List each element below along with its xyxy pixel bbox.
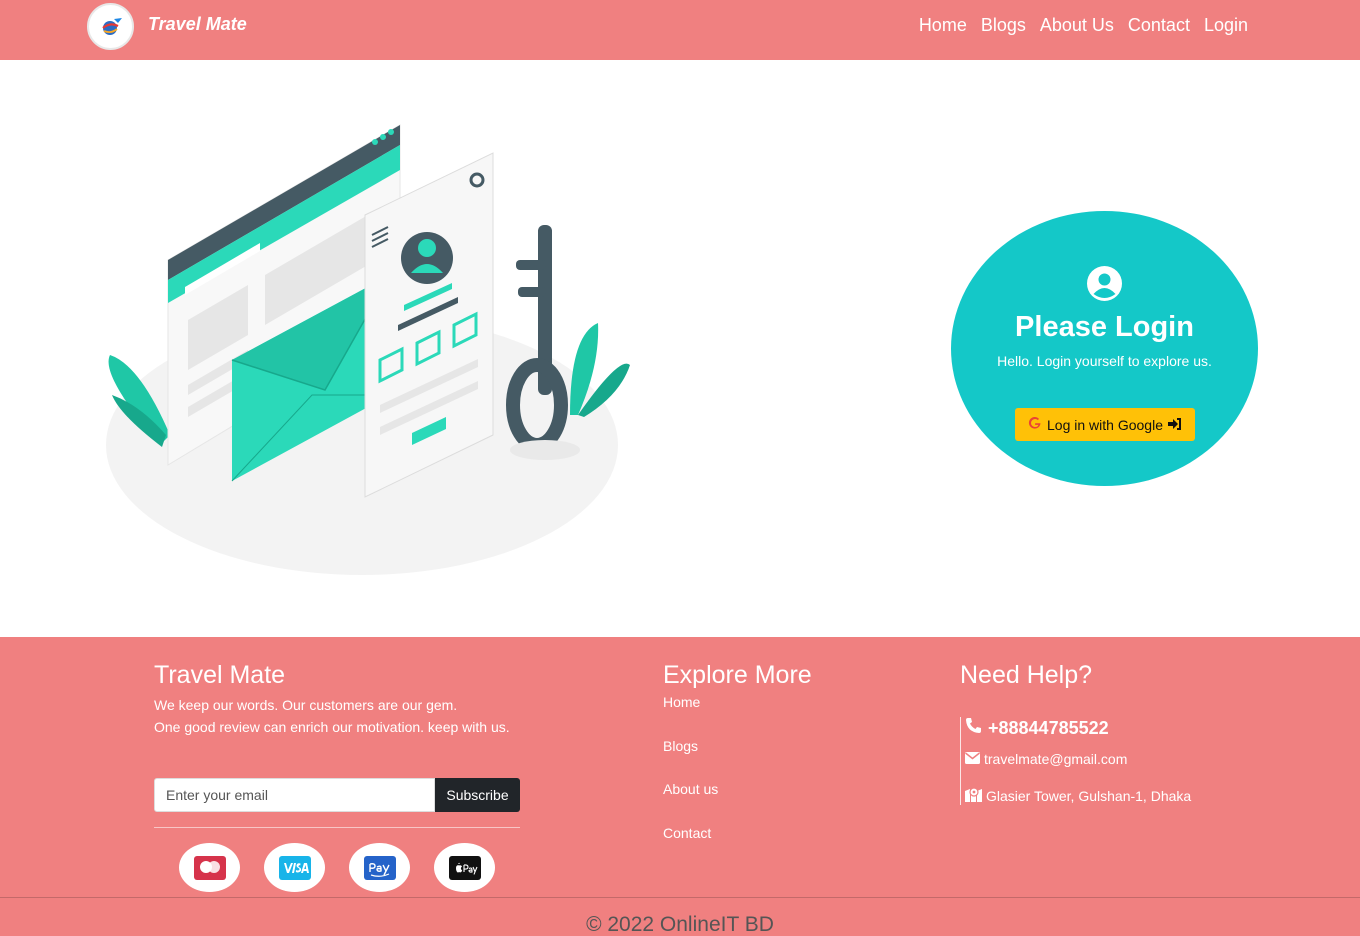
contact-info: +88844785522 travelmate@gmail.com Glasie… xyxy=(960,717,1260,805)
nav-about-us[interactable]: About Us xyxy=(1040,15,1114,36)
list-item: Contact xyxy=(663,825,812,869)
footer-bottom-divider xyxy=(0,897,1360,898)
subscribe-form: Subscribe xyxy=(154,778,520,812)
nav-blogs[interactable]: Blogs xyxy=(981,15,1026,36)
envelope-icon xyxy=(965,751,980,767)
footer-link-contact[interactable]: Contact xyxy=(663,825,711,841)
copyright-text: © 2022 OnlineIT BD xyxy=(586,913,774,936)
footer: Travel Mate We keep our words. Our custo… xyxy=(0,637,1360,936)
footer-link-blogs[interactable]: Blogs xyxy=(663,738,698,754)
footer-explore: Explore More Home Blogs About us Contact xyxy=(663,661,812,868)
footer-brand-title: Travel Mate xyxy=(154,661,286,689)
list-item: Blogs xyxy=(663,738,812,782)
user-circle-icon xyxy=(1087,266,1122,306)
nav-login[interactable]: Login xyxy=(1204,15,1248,36)
phone-row: +88844785522 xyxy=(965,717,1109,739)
nav-home[interactable]: Home xyxy=(919,15,967,36)
help-title: Need Help? xyxy=(960,661,1093,689)
email-address[interactable]: travelmate@gmail.com xyxy=(984,751,1127,767)
phone-icon xyxy=(965,717,982,739)
payment-methods xyxy=(179,843,495,892)
google-login-label: Log in with Google xyxy=(1047,416,1163,433)
address-text: Glasier Tower, Gulshan-1, Dhaka xyxy=(986,788,1192,804)
nav-contact[interactable]: Contact xyxy=(1128,15,1190,36)
phone-number[interactable]: +88844785522 xyxy=(988,718,1109,739)
sign-in-arrow-icon xyxy=(1167,417,1182,433)
map-marker-icon xyxy=(965,787,982,805)
footer-about: Travel Mate We keep our words. Our custo… xyxy=(154,661,520,892)
footer-help: Need Help? +88844785522 travelmate@gmail… xyxy=(960,661,1260,805)
google-icon xyxy=(1028,416,1042,433)
google-login-button[interactable]: Log in with Google xyxy=(1015,408,1195,441)
explore-links: Home Blogs About us Contact xyxy=(663,694,812,868)
subscribe-button[interactable]: Subscribe xyxy=(435,778,520,812)
footer-about-line2: One good review can enrich our motivatio… xyxy=(154,719,510,735)
footer-link-home[interactable]: Home xyxy=(663,694,700,710)
amazon-pay-icon xyxy=(349,843,410,892)
email-row: travelmate@gmail.com xyxy=(965,751,1127,767)
list-item: About us xyxy=(663,781,812,825)
login-subtitle: Hello. Login yourself to explore us. xyxy=(997,353,1212,369)
main-nav: Home Blogs About Us Contact Login xyxy=(919,15,1248,36)
brand-name[interactable]: Travel Mate xyxy=(148,14,247,35)
navbar: Travel Mate Home Blogs About Us Contact … xyxy=(0,0,1360,60)
address-row: Glasier Tower, Gulshan-1, Dhaka xyxy=(965,787,1191,805)
footer-about-line1: We keep our words. Our customers are our… xyxy=(154,697,458,713)
mastercard-icon xyxy=(179,843,240,892)
login-card: Please Login Hello. Login yourself to ex… xyxy=(951,211,1258,486)
apple-pay-icon xyxy=(434,843,495,892)
visa-icon xyxy=(264,843,325,892)
globe-plane-logo-icon[interactable] xyxy=(87,3,134,50)
explore-title: Explore More xyxy=(663,661,812,689)
footer-link-about-us[interactable]: About us xyxy=(663,781,718,797)
login-title: Please Login xyxy=(1015,311,1194,343)
list-item: Home xyxy=(663,694,812,738)
login-illustration xyxy=(100,115,640,585)
footer-divider xyxy=(154,827,520,828)
subscribe-email-input[interactable] xyxy=(154,778,435,812)
